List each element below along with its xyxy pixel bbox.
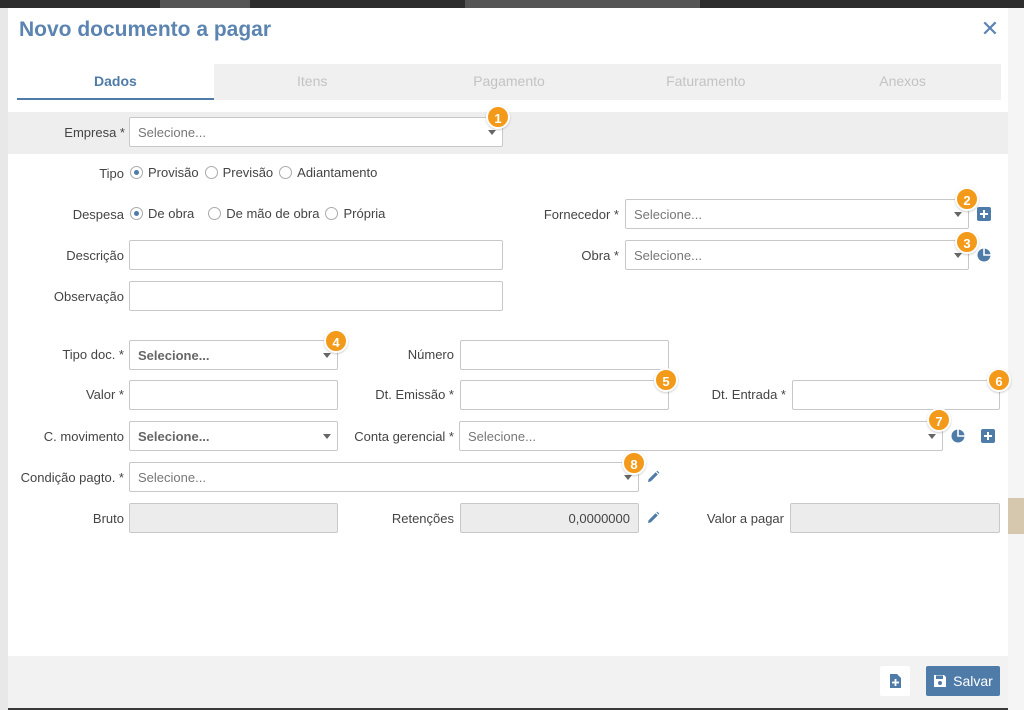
despesa-label: Despesa — [72, 207, 124, 222]
c-movimento-select[interactable]: Selecione... — [129, 421, 338, 451]
step-badge-7: 7 — [927, 408, 951, 432]
chevron-down-icon — [954, 253, 962, 258]
chevron-down-icon — [323, 434, 331, 439]
c-movimento-label: C. movimento — [43, 429, 124, 444]
pencil-icon[interactable] — [646, 470, 660, 484]
tipo-radio-group: Provisão Previsão Adiantamento — [130, 165, 383, 180]
despesa-radio-group: De obra De mão de obra Própria — [130, 206, 391, 221]
descricao-input[interactable] — [129, 240, 503, 270]
observacao-input[interactable] — [129, 281, 503, 311]
document-plus-icon — [890, 674, 901, 688]
dt-emissao-input[interactable] — [460, 380, 669, 410]
background-app-right-edge — [1008, 8, 1024, 710]
step-badge-3: 3 — [955, 230, 979, 254]
numero-input[interactable] — [460, 340, 669, 370]
step-badge-6: 6 — [987, 368, 1011, 392]
fornecedor-label: Fornecedor * — [543, 207, 619, 222]
radio-checked-icon[interactable] — [130, 207, 143, 220]
step-badge-2: 2 — [955, 187, 979, 211]
tab-pagamento[interactable]: Pagamento — [411, 64, 608, 100]
radio-checked-icon[interactable] — [130, 166, 143, 179]
condicao-pagto-select[interactable]: Selecione... — [129, 462, 639, 492]
obra-select[interactable]: Selecione... — [625, 240, 969, 270]
tab-itens[interactable]: Itens — [214, 64, 411, 100]
chevron-down-icon — [323, 353, 331, 358]
condicao-pagto-placeholder: Selecione... — [138, 470, 206, 485]
save-button-label: Salvar — [953, 673, 993, 689]
despesa-option-de-mao-de-obra[interactable]: De mão de obra — [208, 206, 319, 221]
retencoes-field: 0,0000000 — [460, 503, 639, 533]
empresa-label: Empresa * — [64, 125, 125, 140]
dt-entrada-input[interactable] — [792, 380, 1000, 410]
step-badge-4: 4 — [324, 329, 348, 353]
dt-entrada-label: Dt. Entrada * — [711, 387, 786, 402]
obra-placeholder: Selecione... — [634, 248, 702, 263]
chevron-down-icon — [928, 434, 936, 439]
dt-emissao-label: Dt. Emissão * — [375, 387, 454, 402]
valor-input[interactable] — [129, 380, 338, 410]
step-badge-1: 1 — [486, 105, 510, 129]
conta-gerencial-select[interactable]: Selecione... — [459, 421, 943, 451]
background-app-block — [1008, 498, 1024, 534]
step-badge-8: 8 — [622, 451, 646, 475]
retencoes-value: 0,0000000 — [568, 511, 630, 526]
tipo-option-provisao[interactable]: Provisão — [130, 165, 199, 180]
tipo-doc-placeholder: Selecione... — [138, 348, 210, 363]
pie-chart-icon[interactable] — [977, 248, 991, 262]
empresa-placeholder: Selecione... — [138, 125, 206, 140]
bruto-label: Bruto — [92, 511, 124, 526]
valor-a-pagar-label: Valor a pagar — [706, 511, 784, 526]
chevron-down-icon — [488, 130, 496, 135]
radio-icon[interactable] — [325, 207, 339, 220]
modal-title: Novo documento a pagar — [19, 18, 272, 41]
condicao-pagto-label: Condição pagto. * — [20, 470, 124, 485]
valor-label: Valor * — [85, 387, 124, 402]
close-icon[interactable]: ✕ — [978, 18, 1002, 42]
numero-label: Número — [407, 347, 454, 362]
pie-chart-icon[interactable] — [951, 429, 965, 443]
bruto-field — [129, 503, 338, 533]
descricao-label: Descrição — [66, 248, 124, 263]
valor-a-pagar-field — [790, 503, 1000, 533]
new-document-button[interactable] — [880, 666, 910, 696]
tab-dados[interactable]: Dados — [17, 64, 214, 100]
tipo-option-adiantamento[interactable]: Adiantamento — [279, 165, 377, 180]
tipo-label: Tipo — [99, 166, 124, 181]
radio-icon[interactable] — [204, 166, 218, 179]
tab-bar: Dados Itens Pagamento Faturamento Anexos — [17, 64, 1001, 100]
tab-faturamento[interactable]: Faturamento — [607, 64, 804, 100]
background-app-left-edge — [0, 8, 8, 710]
radio-icon[interactable] — [208, 207, 222, 220]
radio-icon[interactable] — [279, 166, 293, 179]
empresa-select[interactable]: Selecione... — [129, 117, 503, 147]
observacao-label: Observação — [53, 289, 124, 304]
c-movimento-placeholder: Selecione... — [138, 429, 210, 444]
despesa-option-de-obra[interactable]: De obra — [130, 206, 194, 221]
pencil-icon[interactable] — [646, 511, 660, 525]
chevron-down-icon — [954, 212, 962, 217]
tipo-doc-select[interactable]: Selecione... — [129, 340, 338, 370]
add-fornecedor-icon[interactable] — [977, 207, 991, 221]
chevron-down-icon — [624, 475, 632, 480]
save-button[interactable]: Salvar — [926, 666, 1000, 696]
fornecedor-placeholder: Selecione... — [634, 207, 702, 222]
tab-anexos[interactable]: Anexos — [804, 64, 1001, 100]
despesa-option-propria[interactable]: Própria — [325, 206, 385, 221]
tipo-option-previsao[interactable]: Previsão — [204, 165, 273, 180]
conta-gerencial-label: Conta gerencial * — [354, 429, 454, 444]
new-payable-document-modal: Novo documento a pagar ✕ Dados Itens Pag… — [8, 8, 1011, 708]
tipo-doc-label: Tipo doc. * — [62, 347, 124, 362]
conta-gerencial-placeholder: Selecione... — [468, 429, 536, 444]
step-badge-5: 5 — [654, 368, 678, 392]
obra-label: Obra * — [581, 248, 619, 263]
floppy-disk-icon — [934, 675, 947, 687]
modal-footer: Salvar — [8, 656, 1008, 708]
fornecedor-select[interactable]: Selecione... — [625, 199, 969, 229]
retencoes-label: Retenções — [391, 511, 454, 526]
add-conta-gerencial-icon[interactable] — [981, 429, 995, 443]
